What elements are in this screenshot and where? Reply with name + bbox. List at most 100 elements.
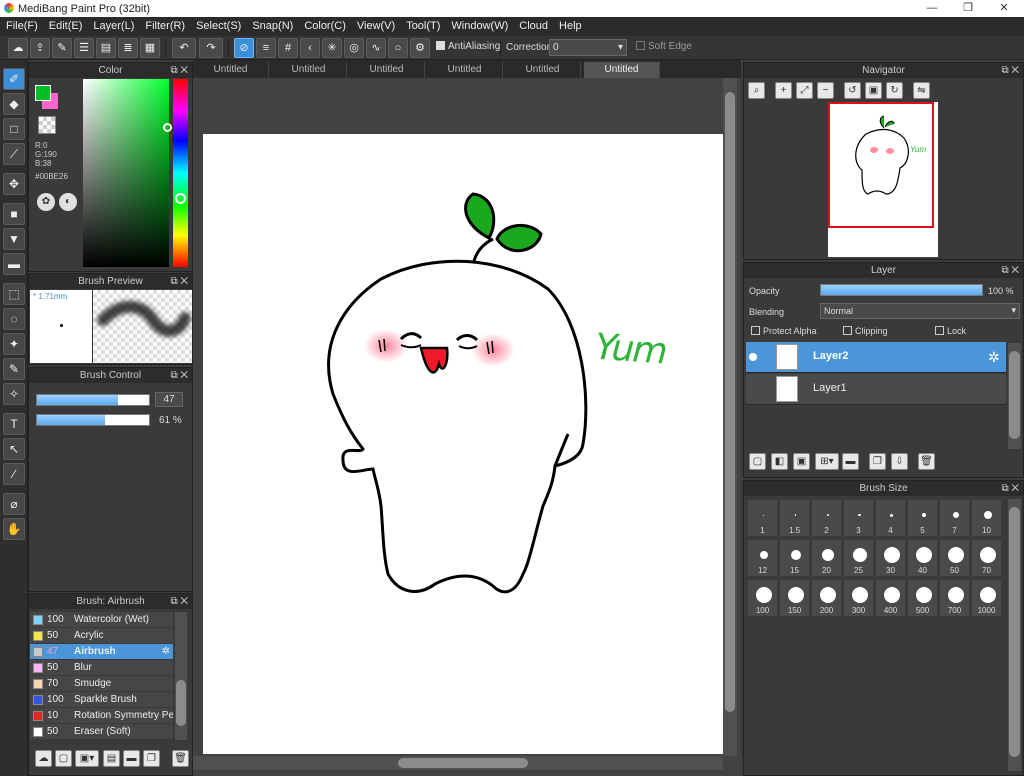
- brush-size-option[interactable]: 400: [875, 579, 906, 617]
- merge-layer-icon[interactable]: ⇩: [891, 453, 908, 470]
- minimize-button[interactable]: —: [914, 0, 950, 17]
- duplicate-layer-icon[interactable]: ❐: [869, 453, 886, 470]
- reset-view-icon[interactable]: ▣: [865, 82, 882, 99]
- brush-size-option[interactable]: 2: [811, 499, 842, 537]
- document-icon[interactable]: ▤: [96, 38, 116, 58]
- layer-list-scrollbar[interactable]: [1008, 343, 1021, 449]
- menu-filter[interactable]: Filter(R): [139, 17, 190, 32]
- brush-size-value[interactable]: 47: [155, 392, 183, 407]
- eraser-tool-icon[interactable]: ◆: [3, 93, 25, 115]
- move-tool-icon[interactable]: ✥: [3, 173, 25, 195]
- navigator-preview[interactable]: Yum: [828, 102, 938, 257]
- color-wheel-icon[interactable]: ◐: [59, 193, 77, 211]
- panel-close-icon[interactable]: ⧉ ✕: [1001, 263, 1019, 278]
- canvas-horizontal-scrollbar[interactable]: [193, 756, 723, 770]
- fit-screen-icon[interactable]: ⤢: [796, 82, 813, 99]
- chat-icon[interactable]: ☰: [74, 38, 94, 58]
- visibility-icon[interactable]: [749, 353, 757, 361]
- correction-select[interactable]: 0 ▾: [549, 39, 627, 56]
- menu-window[interactable]: Window(W): [445, 17, 513, 32]
- brush-item[interactable]: 100 Sparkle Brush: [30, 692, 173, 708]
- clipping-checkbox[interactable]: Clipping: [843, 326, 888, 336]
- brush-size-option[interactable]: 150: [779, 579, 810, 617]
- add-layer-menu-icon[interactable]: ⊞▾: [815, 453, 839, 470]
- brush-size-option[interactable]: 700: [939, 579, 970, 617]
- tab-untitled-active[interactable]: Untitled: [584, 62, 660, 78]
- rotate-left-icon[interactable]: ↺: [844, 82, 861, 99]
- delete-layer-icon[interactable]: 🗑: [918, 453, 935, 470]
- zoom-out-icon[interactable]: −: [817, 82, 834, 99]
- select-eraser-icon[interactable]: ✧: [3, 383, 25, 405]
- brush-folder-icon[interactable]: ▬: [123, 750, 140, 767]
- new-layer-8bit-icon[interactable]: ◧: [771, 453, 788, 470]
- navigator-viewport[interactable]: [828, 102, 934, 228]
- add-brush-icon[interactable]: ▣▾: [75, 750, 99, 767]
- new-layer-1bit-icon[interactable]: ▣: [793, 453, 810, 470]
- delete-brush-icon[interactable]: 🗑: [172, 750, 189, 767]
- text-tool-icon[interactable]: T: [3, 413, 25, 435]
- saturation-value-picker[interactable]: [83, 79, 172, 267]
- grid-icon[interactable]: ▦: [140, 38, 160, 58]
- rectangle-tool-icon[interactable]: □: [3, 118, 25, 140]
- brush-size-option[interactable]: 500: [907, 579, 938, 617]
- menu-layer[interactable]: Layer(L): [87, 17, 139, 32]
- duplicate-brush-icon[interactable]: ❐: [143, 750, 160, 767]
- snap-off-icon[interactable]: ⊘: [234, 38, 254, 58]
- tab-untitled[interactable]: Untitled: [427, 62, 503, 78]
- gear-icon[interactable]: ✲: [162, 644, 170, 660]
- undo-icon[interactable]: ↶: [172, 38, 196, 58]
- foreground-color-swatch[interactable]: [35, 85, 51, 101]
- parallel-snap-icon[interactable]: ≡: [256, 38, 276, 58]
- brush-size-option[interactable]: 1000: [971, 579, 1002, 617]
- zoom-in-icon[interactable]: +: [775, 82, 792, 99]
- brush-size-option[interactable]: 300: [843, 579, 874, 617]
- drawing-canvas[interactable]: Yum: [203, 134, 723, 754]
- radial-snap-icon[interactable]: ✳: [322, 38, 342, 58]
- soft-edge-toggle[interactable]: Soft Edge: [636, 41, 692, 52]
- layer-folder-icon[interactable]: ▬: [842, 453, 859, 470]
- brush-size-option[interactable]: 12: [747, 539, 778, 577]
- panel-close-icon[interactable]: ⧉ ✕: [170, 368, 188, 383]
- circle-snap-icon[interactable]: ○: [388, 38, 408, 58]
- upload-icon[interactable]: ⇪: [30, 38, 50, 58]
- brush-size-option[interactable]: 30: [875, 539, 906, 577]
- brush-size-option[interactable]: 70: [971, 539, 1002, 577]
- panel-close-icon[interactable]: ⧉ ✕: [170, 594, 188, 609]
- operation-tool-icon[interactable]: ↖: [3, 438, 25, 460]
- blending-select[interactable]: Normal ▾: [820, 303, 1020, 319]
- line-tool-icon[interactable]: ⟋: [3, 143, 25, 165]
- hand-tool-icon[interactable]: ✋: [3, 518, 25, 540]
- antialiasing-toggle[interactable]: AntiAliasing: [436, 41, 500, 52]
- protect-alpha-checkbox[interactable]: Protect Alpha: [751, 326, 817, 336]
- select-pen-icon[interactable]: ✎: [3, 358, 25, 380]
- eyedropper-icon[interactable]: ⌀: [3, 493, 25, 515]
- settings-icon[interactable]: ⚙: [410, 38, 430, 58]
- magic-wand-icon[interactable]: ✦: [3, 333, 25, 355]
- tab-untitled[interactable]: Untitled: [271, 62, 347, 78]
- menu-cloud[interactable]: Cloud: [513, 17, 553, 32]
- crisscross-snap-icon[interactable]: #: [278, 38, 298, 58]
- palette-icon[interactable]: ✿: [37, 193, 55, 211]
- brush-item[interactable]: 50 Acrylic: [30, 628, 173, 644]
- brush-size-option[interactable]: 200: [811, 579, 842, 617]
- brush-size-option[interactable]: 3: [843, 499, 874, 537]
- menu-tool[interactable]: Tool(T): [400, 17, 445, 32]
- menu-view[interactable]: View(V): [351, 17, 400, 32]
- tab-untitled[interactable]: Untitled: [349, 62, 425, 78]
- brush-item[interactable]: 50 Blur: [30, 660, 173, 676]
- rotate-right-icon[interactable]: ↻: [886, 82, 903, 99]
- canvas-vertical-scrollbar[interactable]: [723, 78, 737, 756]
- tab-untitled[interactable]: Untitled: [505, 62, 581, 78]
- gradient-tool-icon[interactable]: ▬: [3, 253, 25, 275]
- bucket-tool-icon[interactable]: ▼: [3, 228, 25, 250]
- brush-size-scrollbar[interactable]: [1008, 499, 1021, 771]
- layer-row-selected[interactable]: Layer2 ✲: [746, 342, 1006, 373]
- brush-opacity-slider[interactable]: [36, 414, 150, 426]
- new-layer-icon[interactable]: ▢: [749, 453, 766, 470]
- brush-item-selected[interactable]: 47 Airbrush ✲: [30, 644, 173, 660]
- gear-icon[interactable]: ✲: [988, 349, 1000, 366]
- fill-rect-tool-icon[interactable]: ■: [3, 203, 25, 225]
- lock-checkbox[interactable]: Lock: [935, 326, 966, 336]
- brush-cloud-icon[interactable]: ☁: [35, 750, 52, 767]
- vanishing-snap-icon[interactable]: ‹: [300, 38, 320, 58]
